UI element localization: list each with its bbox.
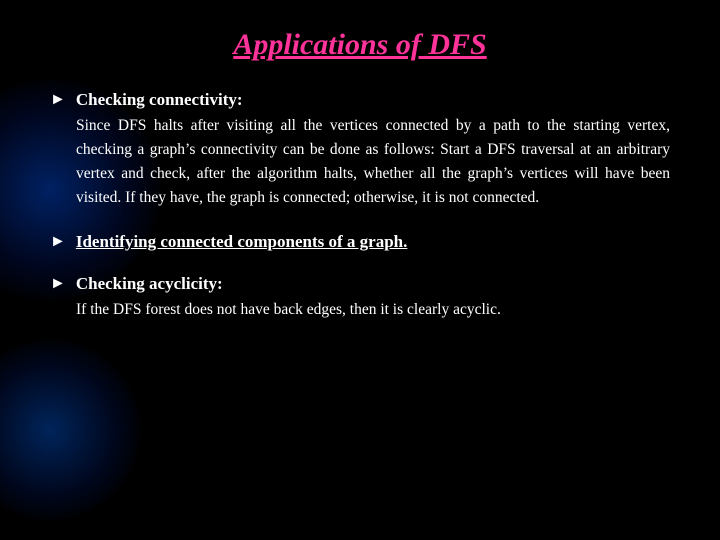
section-acyclicity-title: Checking acyclicity: <box>76 274 223 294</box>
section-acyclicity-body: If the DFS forest does not have back edg… <box>76 298 670 322</box>
page-title: Applications of DFS <box>50 28 670 62</box>
section-components-header: ► Identifying connected components of a … <box>50 232 670 252</box>
section-components-title: Identifying connected components of a gr… <box>76 232 408 252</box>
section-connectivity-body: Since DFS halts after visiting all the v… <box>76 114 670 210</box>
section-connectivity-header: ► Checking connectivity: <box>50 90 670 110</box>
section-connectivity: ► Checking connectivity: Since DFS halts… <box>50 90 670 210</box>
bullet-arrow-1: ► <box>50 91 66 109</box>
bullet-arrow-2: ► <box>50 233 66 251</box>
bullet-arrow-3: ► <box>50 275 66 293</box>
section-components: ► Identifying connected components of a … <box>50 232 670 252</box>
section-acyclicity: ► Checking acyclicity: If the DFS forest… <box>50 274 670 322</box>
section-connectivity-title: Checking connectivity: <box>76 90 243 110</box>
section-acyclicity-header: ► Checking acyclicity: <box>50 274 670 294</box>
main-container: Applications of DFS ► Checking connectiv… <box>0 0 720 372</box>
